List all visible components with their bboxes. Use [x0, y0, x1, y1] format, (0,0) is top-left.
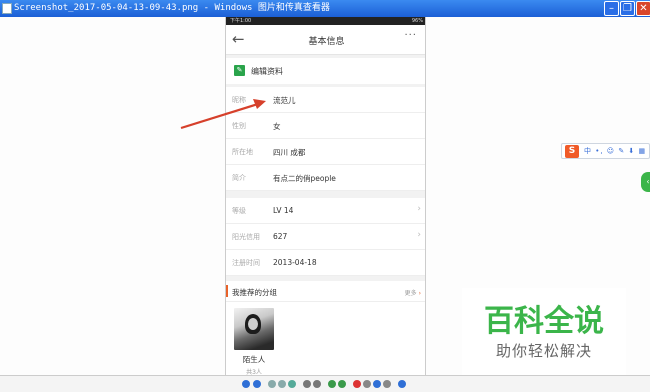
- watermark-title: 百科全说: [484, 304, 604, 339]
- rotate-clockwise-icon[interactable]: [328, 380, 336, 388]
- print-icon[interactable]: [363, 380, 371, 388]
- zoom-in-icon[interactable]: [303, 380, 311, 388]
- ime-toolbar[interactable]: S 中 •, ☺ ✎ ⬇ ▦: [561, 143, 650, 159]
- best-fit-icon[interactable]: [268, 380, 276, 388]
- slideshow-icon[interactable]: [288, 380, 296, 388]
- sogou-logo-icon: S: [565, 145, 579, 158]
- rotate-counterclockwise-icon[interactable]: [338, 380, 346, 388]
- save-icon[interactable]: [373, 380, 381, 388]
- help-icon[interactable]: [398, 380, 406, 388]
- previous-image-icon[interactable]: [242, 380, 250, 388]
- side-float-button[interactable]: ‹: [641, 172, 650, 192]
- next-image-icon[interactable]: [253, 380, 261, 388]
- zoom-out-icon[interactable]: [313, 380, 321, 388]
- edit-icon[interactable]: [383, 380, 391, 388]
- ime-toolbar-items[interactable]: 中 •, ☺ ✎ ⬇ ▦: [584, 146, 646, 156]
- viewer-toolbar: [0, 375, 650, 392]
- watermark-logo: 百科全说 助你轻松解决: [462, 288, 626, 376]
- watermark-subtitle: 助你轻松解决: [495, 342, 592, 360]
- actual-size-icon[interactable]: [278, 380, 286, 388]
- delete-icon[interactable]: [353, 380, 361, 388]
